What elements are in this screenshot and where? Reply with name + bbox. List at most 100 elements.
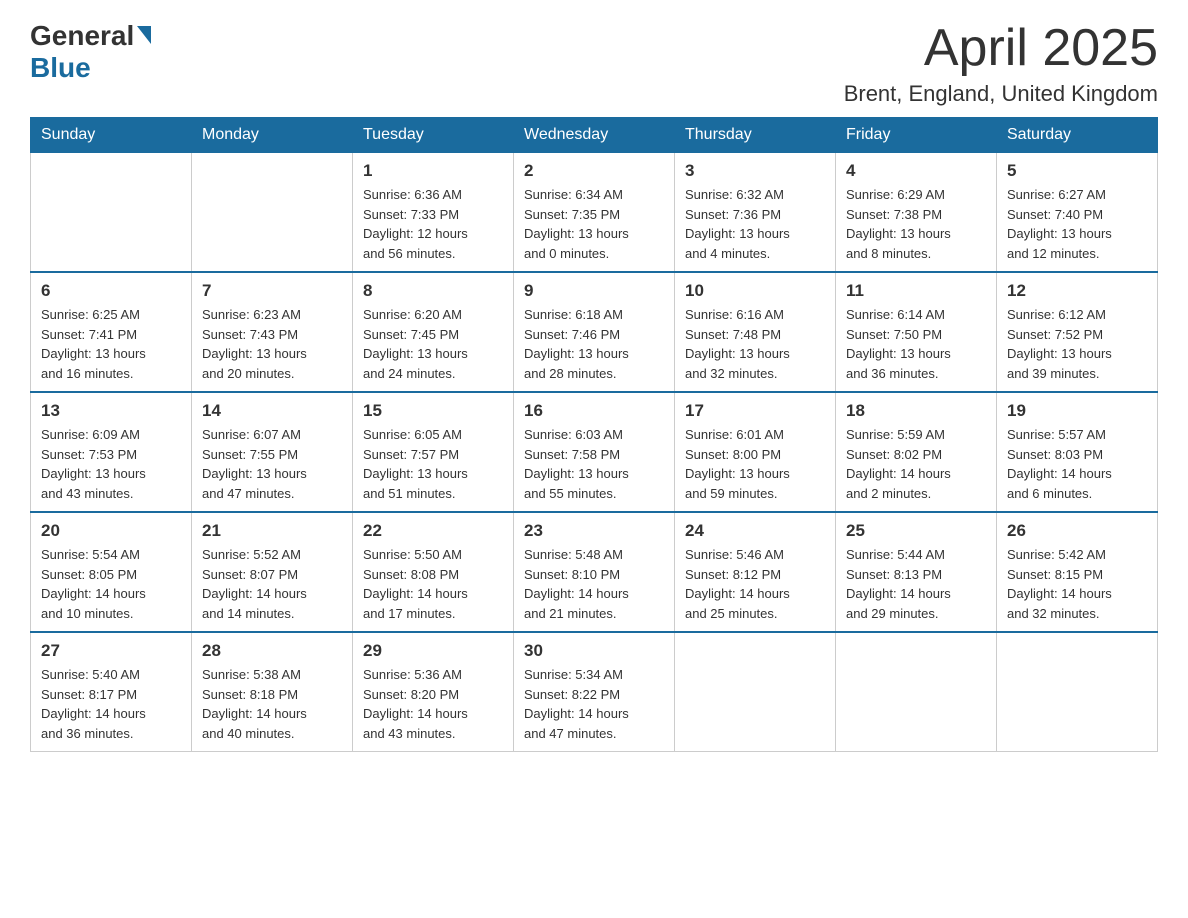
calendar-cell [31, 153, 192, 273]
day-info: Sunrise: 6:25 AM Sunset: 7:41 PM Dayligh… [41, 305, 181, 383]
day-info: Sunrise: 5:40 AM Sunset: 8:17 PM Dayligh… [41, 665, 181, 743]
calendar-header-thursday: Thursday [675, 118, 836, 153]
calendar-cell [997, 632, 1158, 752]
title-block: April 2025 Brent, England, United Kingdo… [844, 20, 1158, 107]
day-number: 1 [363, 161, 503, 181]
day-number: 2 [524, 161, 664, 181]
logo-general-text: General [30, 20, 134, 52]
day-number: 19 [1007, 401, 1147, 421]
calendar-cell: 27 Sunrise: 5:40 AM Sunset: 8:17 PM Dayli… [31, 632, 192, 752]
calendar-cell: 15Sunrise: 6:05 AM Sunset: 7:57 PM Dayli… [353, 392, 514, 512]
calendar-cell: 26Sunrise: 5:42 AM Sunset: 8:15 PM Dayli… [997, 512, 1158, 632]
day-info: Sunrise: 6:18 AM Sunset: 7:46 PM Dayligh… [524, 305, 664, 383]
calendar-header-monday: Monday [192, 118, 353, 153]
day-info: Sunrise: 6:20 AM Sunset: 7:45 PM Dayligh… [363, 305, 503, 383]
logo-blue-text: Blue [30, 52, 91, 84]
day-info: Sunrise: 5:34 AM Sunset: 8:22 PM Dayligh… [524, 665, 664, 743]
day-number: 27 [41, 641, 181, 661]
day-number: 17 [685, 401, 825, 421]
day-number: 23 [524, 521, 664, 541]
calendar-cell: 25 Sunrise: 5:44 AM Sunset: 8:13 PM Dayli… [836, 512, 997, 632]
calendar-header-sunday: Sunday [31, 118, 192, 153]
day-number: 21 [202, 521, 342, 541]
day-number: 24 [685, 521, 825, 541]
day-info: Sunrise: 6:05 AM Sunset: 7:57 PM Dayligh… [363, 425, 503, 503]
calendar-table: SundayMondayTuesdayWednesdayThursdayFrid… [30, 117, 1158, 752]
day-info: Sunrise: 6:27 AM Sunset: 7:40 PM Dayligh… [1007, 185, 1147, 263]
calendar-cell [192, 153, 353, 273]
day-number: 12 [1007, 281, 1147, 301]
day-info: Sunrise: 5:46 AM Sunset: 8:12 PM Dayligh… [685, 545, 825, 623]
day-info: Sunrise: 5:59 AM Sunset: 8:02 PM Dayligh… [846, 425, 986, 503]
day-number: 28 [202, 641, 342, 661]
calendar-cell: 3 Sunrise: 6:32 AM Sunset: 7:36 PM Daylig… [675, 153, 836, 273]
day-info: Sunrise: 5:57 AM Sunset: 8:03 PM Dayligh… [1007, 425, 1147, 503]
calendar-week-row: 20 Sunrise: 5:54 AM Sunset: 8:05 PM Dayli… [31, 512, 1158, 632]
day-info: Sunrise: 6:23 AM Sunset: 7:43 PM Dayligh… [202, 305, 342, 383]
calendar-cell: 17 Sunrise: 6:01 AM Sunset: 8:00 PM Dayli… [675, 392, 836, 512]
day-number: 9 [524, 281, 664, 301]
calendar-cell [836, 632, 997, 752]
day-number: 10 [685, 281, 825, 301]
calendar-header-tuesday: Tuesday [353, 118, 514, 153]
calendar-cell: 12 Sunrise: 6:12 AM Sunset: 7:52 PM Dayli… [997, 272, 1158, 392]
day-info: Sunrise: 6:12 AM Sunset: 7:52 PM Dayligh… [1007, 305, 1147, 383]
day-info: Sunrise: 5:42 AM Sunset: 8:15 PM Dayligh… [1007, 545, 1147, 623]
day-number: 14 [202, 401, 342, 421]
calendar-cell: 19 Sunrise: 5:57 AM Sunset: 8:03 PM Dayli… [997, 392, 1158, 512]
calendar-cell: 29 Sunrise: 5:36 AM Sunset: 8:20 PM Dayli… [353, 632, 514, 752]
day-info: Sunrise: 6:09 AM Sunset: 7:53 PM Dayligh… [41, 425, 181, 503]
calendar-header-saturday: Saturday [997, 118, 1158, 153]
calendar-cell: 30 Sunrise: 5:34 AM Sunset: 8:22 PM Dayli… [514, 632, 675, 752]
day-number: 11 [846, 281, 986, 301]
calendar-cell: 9 Sunrise: 6:18 AM Sunset: 7:46 PM Daylig… [514, 272, 675, 392]
calendar-week-row: 1 Sunrise: 6:36 AM Sunset: 7:33 PM Daylig… [31, 153, 1158, 273]
day-info: Sunrise: 6:36 AM Sunset: 7:33 PM Dayligh… [363, 185, 503, 263]
day-number: 4 [846, 161, 986, 181]
calendar-header-wednesday: Wednesday [514, 118, 675, 153]
header: General Blue April 2025 Brent, England, … [30, 20, 1158, 107]
day-info: Sunrise: 6:14 AM Sunset: 7:50 PM Dayligh… [846, 305, 986, 383]
day-number: 20 [41, 521, 181, 541]
calendar-cell: 14 Sunrise: 6:07 AM Sunset: 7:55 PM Dayli… [192, 392, 353, 512]
day-number: 30 [524, 641, 664, 661]
calendar-cell: 1 Sunrise: 6:36 AM Sunset: 7:33 PM Daylig… [353, 153, 514, 273]
calendar-cell: 24 Sunrise: 5:46 AM Sunset: 8:12 PM Dayli… [675, 512, 836, 632]
day-number: 16 [524, 401, 664, 421]
calendar-cell: 5 Sunrise: 6:27 AM Sunset: 7:40 PM Daylig… [997, 153, 1158, 273]
calendar-cell: 11 Sunrise: 6:14 AM Sunset: 7:50 PM Dayli… [836, 272, 997, 392]
day-number: 13 [41, 401, 181, 421]
calendar-cell: 6 Sunrise: 6:25 AM Sunset: 7:41 PM Daylig… [31, 272, 192, 392]
calendar-cell: 4 Sunrise: 6:29 AM Sunset: 7:38 PM Daylig… [836, 153, 997, 273]
day-info: Sunrise: 6:16 AM Sunset: 7:48 PM Dayligh… [685, 305, 825, 383]
calendar-cell: 23Sunrise: 5:48 AM Sunset: 8:10 PM Dayli… [514, 512, 675, 632]
day-info: Sunrise: 6:34 AM Sunset: 7:35 PM Dayligh… [524, 185, 664, 263]
day-info: Sunrise: 5:52 AM Sunset: 8:07 PM Dayligh… [202, 545, 342, 623]
calendar-cell: 28 Sunrise: 5:38 AM Sunset: 8:18 PM Dayli… [192, 632, 353, 752]
day-number: 3 [685, 161, 825, 181]
day-info: Sunrise: 6:29 AM Sunset: 7:38 PM Dayligh… [846, 185, 986, 263]
calendar-cell: 21 Sunrise: 5:52 AM Sunset: 8:07 PM Dayli… [192, 512, 353, 632]
day-info: Sunrise: 6:03 AM Sunset: 7:58 PM Dayligh… [524, 425, 664, 503]
day-number: 7 [202, 281, 342, 301]
day-number: 6 [41, 281, 181, 301]
day-number: 22 [363, 521, 503, 541]
day-info: Sunrise: 5:44 AM Sunset: 8:13 PM Dayligh… [846, 545, 986, 623]
day-number: 5 [1007, 161, 1147, 181]
day-number: 29 [363, 641, 503, 661]
day-info: Sunrise: 6:01 AM Sunset: 8:00 PM Dayligh… [685, 425, 825, 503]
calendar-cell: 16 Sunrise: 6:03 AM Sunset: 7:58 PM Dayli… [514, 392, 675, 512]
calendar-cell: 22Sunrise: 5:50 AM Sunset: 8:08 PM Dayli… [353, 512, 514, 632]
day-info: Sunrise: 5:36 AM Sunset: 8:20 PM Dayligh… [363, 665, 503, 743]
day-info: Sunrise: 5:38 AM Sunset: 8:18 PM Dayligh… [202, 665, 342, 743]
page-subtitle: Brent, England, United Kingdom [844, 81, 1158, 107]
calendar-cell: 18Sunrise: 5:59 AM Sunset: 8:02 PM Dayli… [836, 392, 997, 512]
day-info: Sunrise: 5:54 AM Sunset: 8:05 PM Dayligh… [41, 545, 181, 623]
logo-arrow-icon [137, 26, 151, 44]
day-info: Sunrise: 6:07 AM Sunset: 7:55 PM Dayligh… [202, 425, 342, 503]
day-number: 25 [846, 521, 986, 541]
calendar-week-row: 6 Sunrise: 6:25 AM Sunset: 7:41 PM Daylig… [31, 272, 1158, 392]
day-info: Sunrise: 6:32 AM Sunset: 7:36 PM Dayligh… [685, 185, 825, 263]
calendar-header-row: SundayMondayTuesdayWednesdayThursdayFrid… [31, 118, 1158, 153]
calendar-week-row: 13 Sunrise: 6:09 AM Sunset: 7:53 PM Dayli… [31, 392, 1158, 512]
